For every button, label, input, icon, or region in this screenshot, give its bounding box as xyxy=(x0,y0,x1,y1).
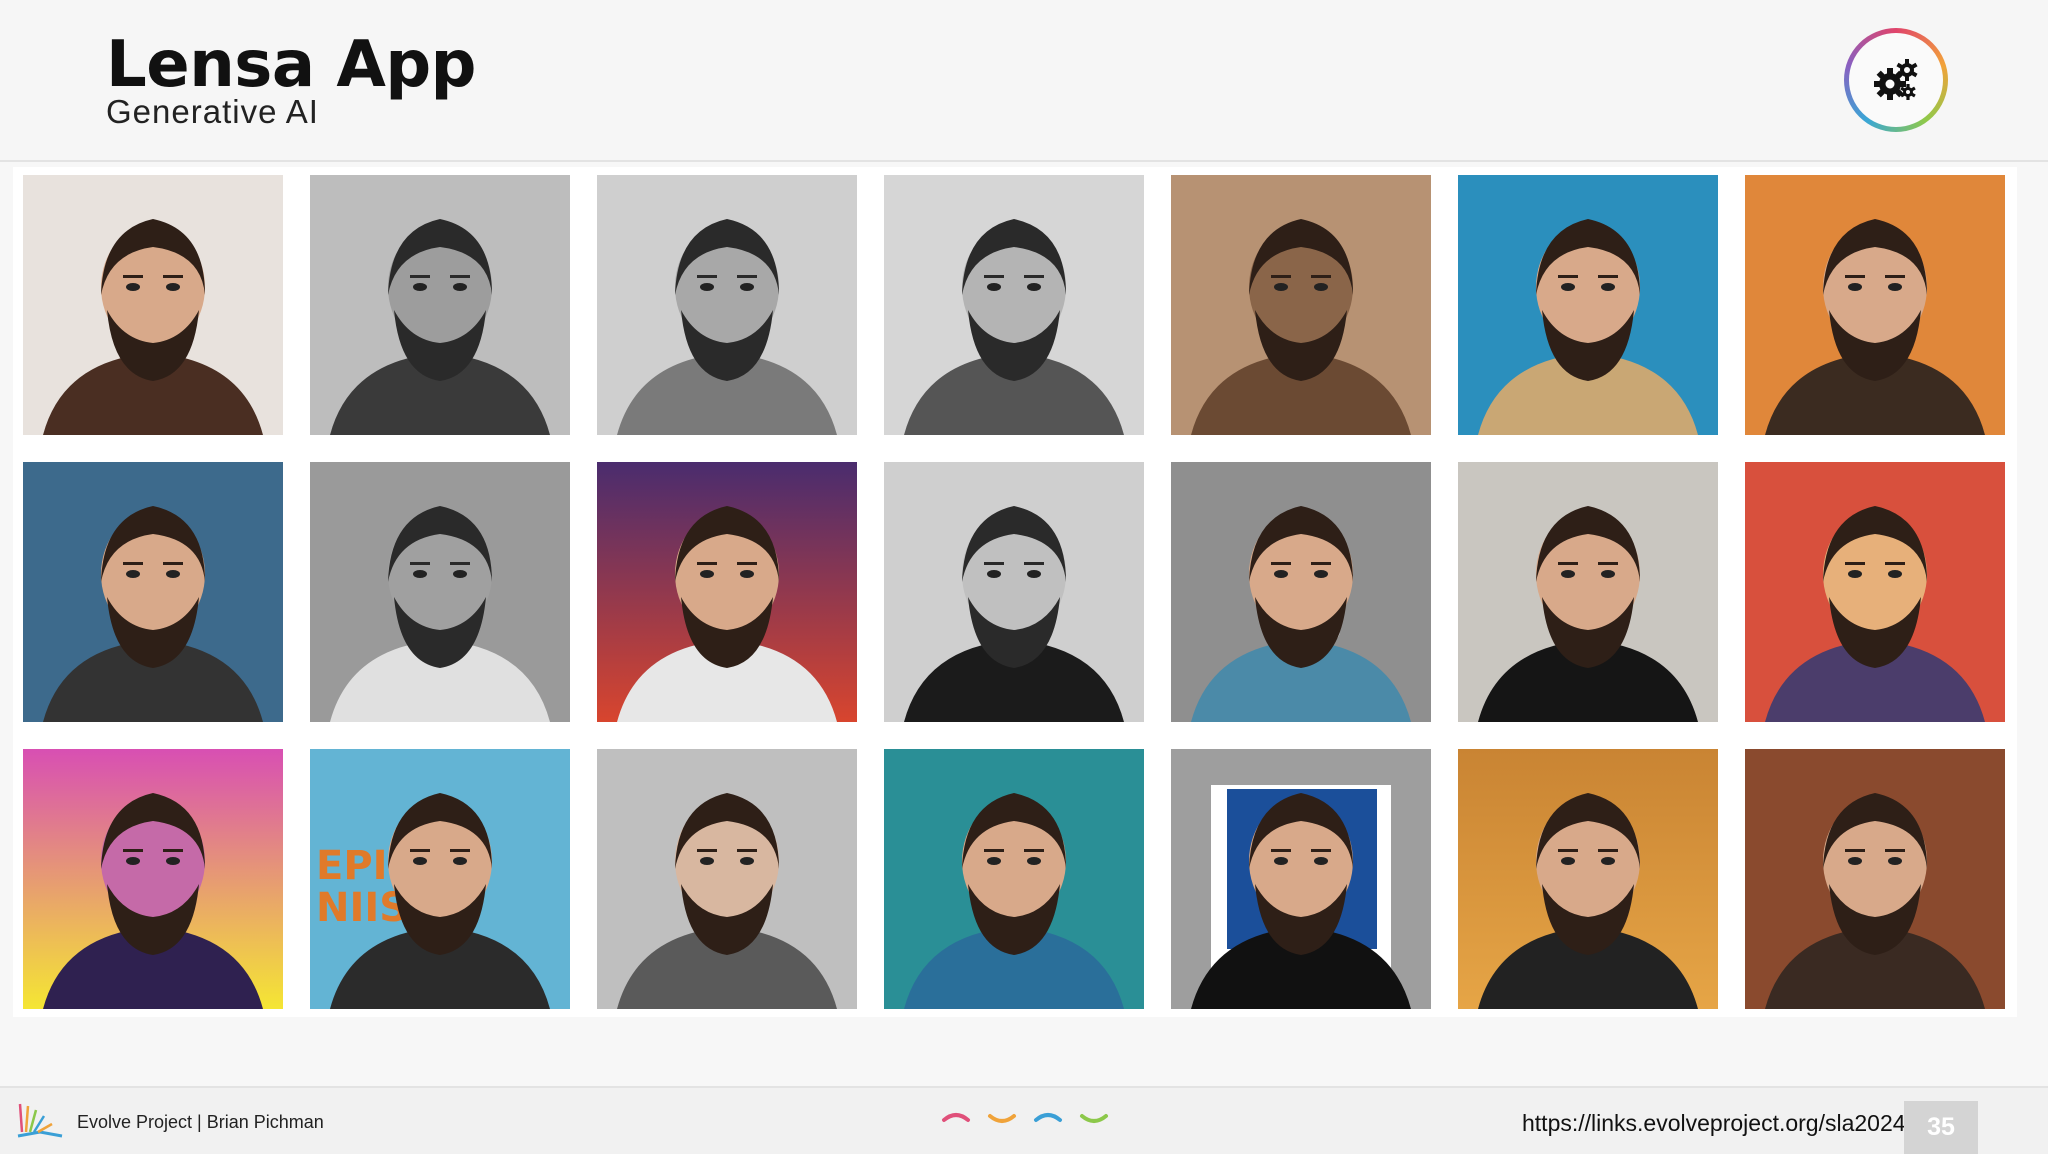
portrait-tile[interactable] xyxy=(1745,175,2005,435)
portrait-image xyxy=(597,175,857,435)
portrait-tile[interactable] xyxy=(23,462,283,722)
portrait-image xyxy=(1745,749,2005,1009)
portrait-tile[interactable]: 05 xyxy=(1171,462,1431,722)
portrait-image xyxy=(1745,462,2005,722)
portrait-image: SAMEN ATAZGION xyxy=(597,462,857,722)
slide-footer: Evolve Project | Brian Pichman https://l… xyxy=(0,1086,2048,1154)
portrait-image xyxy=(1458,462,1718,722)
portrait-tile[interactable] xyxy=(1458,175,1718,435)
portrait-image xyxy=(310,175,570,435)
portrait-image xyxy=(597,749,857,1009)
portrait-tile[interactable] xyxy=(597,175,857,435)
portrait-image xyxy=(884,175,1144,435)
portrait-gallery: SAMEN ATAZGION xyxy=(13,167,2017,1017)
page-number: 35 xyxy=(1904,1101,1978,1154)
portrait-tile[interactable]: JOHN APERMAIPPHOOL xyxy=(1171,749,1431,1009)
portrait-tile[interactable] xyxy=(597,749,857,1009)
portrait-image xyxy=(23,175,283,435)
portrait-tile[interactable] xyxy=(310,462,570,722)
portrait-image: EPINNIIS xyxy=(310,749,570,1009)
portrait-image xyxy=(1171,175,1431,435)
portrait-image xyxy=(310,462,570,722)
portrait-image xyxy=(23,462,283,722)
accent-mark xyxy=(988,1114,1016,1123)
portrait-tile[interactable] xyxy=(1458,749,1718,1009)
color-accent-marks xyxy=(942,1113,1108,1123)
svg-text:NIIS: NIIS xyxy=(316,885,408,931)
portrait-tile[interactable] xyxy=(1745,462,2005,722)
slide-subtitle: Generative AI xyxy=(106,93,319,130)
gears-icon xyxy=(1874,59,1918,100)
portrait-image xyxy=(884,462,1144,722)
logo-badge xyxy=(1844,28,1948,132)
portrait-tile[interactable] xyxy=(23,749,283,1009)
portrait-tile[interactable] xyxy=(884,749,1144,1009)
portrait-tile[interactable] xyxy=(1171,175,1431,435)
portrait-tile[interactable] xyxy=(884,462,1144,722)
book-logo-icon xyxy=(17,1103,63,1138)
portrait-tile[interactable] xyxy=(310,175,570,435)
portrait-tile[interactable] xyxy=(1745,749,2005,1009)
footer-link[interactable]: https://links.evolveproject.org/sla2024 xyxy=(1522,1110,1906,1137)
portrait-tile[interactable] xyxy=(23,175,283,435)
accent-mark xyxy=(1034,1113,1062,1122)
slide-header: Lensa App Generative AI xyxy=(0,0,2048,162)
portrait-tile[interactable]: SAMEN ATAZGION xyxy=(597,462,857,722)
portrait-tile[interactable]: EPIN NIIS xyxy=(310,749,570,1009)
accent-mark xyxy=(1080,1114,1108,1123)
portrait-image xyxy=(884,749,1144,1009)
accent-mark xyxy=(942,1113,970,1122)
portrait-image xyxy=(1458,749,1718,1009)
portrait-image: JOHN APERMAIPPHOOL xyxy=(1171,749,1431,1009)
portrait-image: 05 xyxy=(1171,462,1431,722)
portrait-image xyxy=(23,749,283,1009)
portrait-tile[interactable] xyxy=(1458,462,1718,722)
portrait-image xyxy=(1458,175,1718,435)
footer-credit: Evolve Project | Brian Pichman xyxy=(77,1112,324,1132)
portrait-tile[interactable] xyxy=(884,175,1144,435)
portrait-image xyxy=(1745,175,2005,435)
